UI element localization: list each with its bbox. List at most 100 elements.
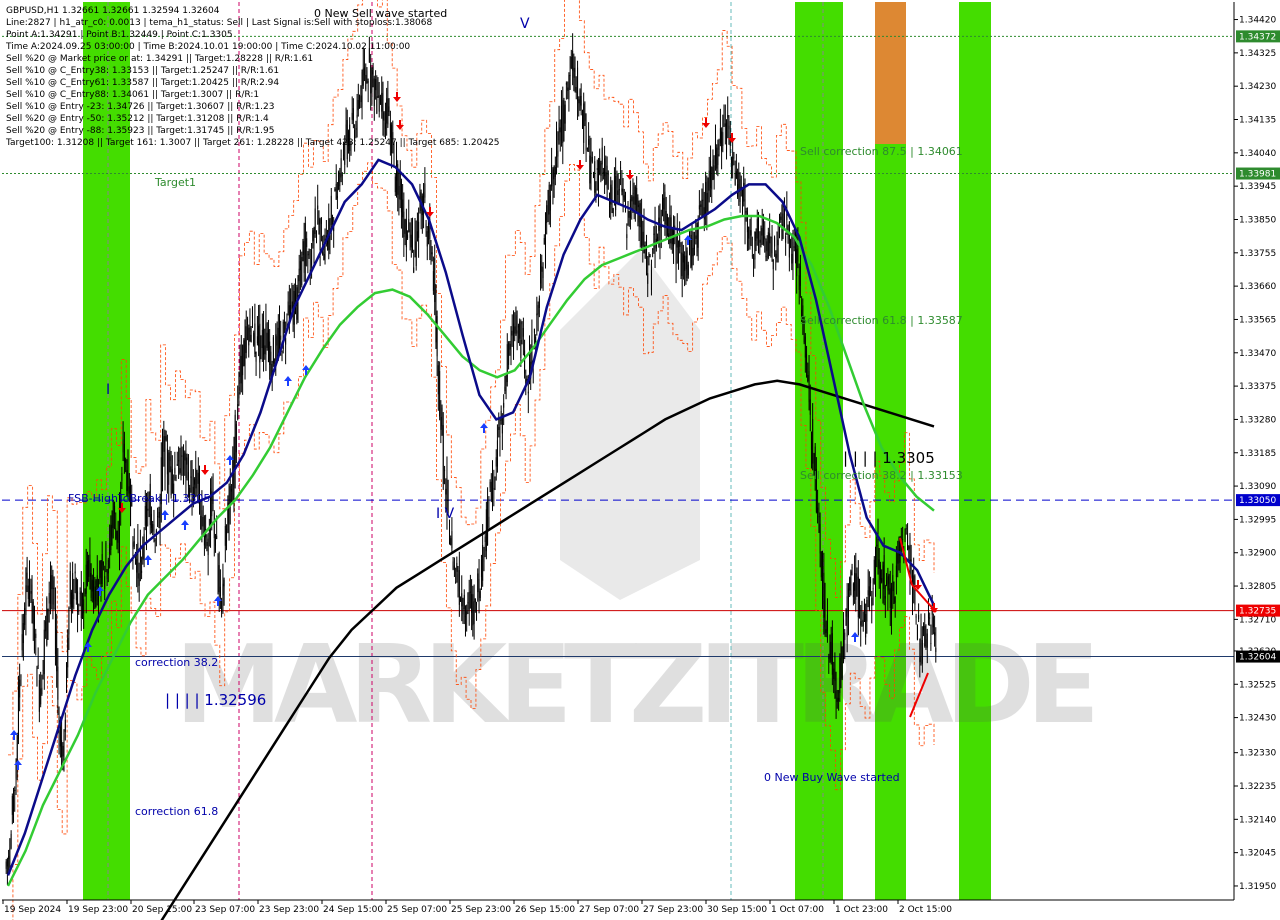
candle-body [572,51,574,71]
candle-body [462,607,464,615]
chart-canvas[interactable]: MARKETZITRADE 0 New Sell wave started 0 … [0,0,1280,920]
candle-body [386,98,388,124]
candle-body [807,374,809,381]
candle-body [925,639,927,649]
candle-body [43,629,45,675]
candle-body [626,234,628,239]
time-tick-label: 23 Sep 07:00 [195,905,255,915]
candle-body [139,550,141,563]
candle-body [206,541,208,546]
candle-body [840,642,842,673]
candle-body [902,539,904,541]
candle-body [794,246,796,257]
candle-body [604,158,606,177]
candle-body [833,668,835,680]
candle-body [693,245,695,249]
candle-body [828,657,830,659]
candle-body [904,533,906,539]
candle-body [681,252,683,277]
candle-body [157,516,159,518]
candle-body [887,576,889,591]
sell-arrow-icon [576,160,584,170]
time-tick-label: 23 Sep 23:00 [259,905,319,915]
candle-body [72,573,74,608]
candle-body [754,231,756,260]
candle-body [798,275,800,290]
time-tick-label: 24 Sep 15:00 [323,905,383,915]
candle-body [499,435,501,438]
candle-body [519,321,521,339]
candle-body [823,572,825,618]
candle-body [197,472,199,484]
candle-body [280,335,282,340]
candle-body [581,124,583,128]
time-tick-label: 27 Sep 23:00 [643,905,703,915]
sell-arrow-icon [396,120,404,130]
candle-body [873,559,875,584]
candle-body [541,266,543,272]
candle-body [403,211,405,238]
candle-body [37,665,39,667]
candle-body [253,332,255,346]
price-tick-label: 1.32525 [1239,680,1276,690]
candle-body [881,578,883,582]
candle-body [463,594,465,610]
candle-body [883,555,885,590]
candle-body [96,575,98,588]
candle-body [540,261,542,284]
candle-body [852,583,854,598]
candle-body [473,601,475,625]
candle-body [538,298,540,308]
price-tag-label: 1.33981 [1239,170,1276,180]
candle-body [927,613,929,619]
candle-body [101,554,103,584]
candle-body [607,173,609,175]
candle-body [393,156,395,158]
candle-body [682,253,684,263]
candle-body [432,271,434,291]
candle-body [311,249,313,266]
candle-body [546,205,548,223]
candle-body [605,172,607,185]
info-line: Sell %20 @ Entry -88: 1.35923 || Target:… [6,126,274,136]
candle-body [22,623,24,644]
candle-body [493,488,495,490]
price-tick-label: 1.32805 [1239,582,1276,592]
candle-body [793,246,795,248]
candle-body [520,339,522,358]
candle-body [466,611,468,615]
candle-body [506,344,508,383]
candle-body [665,210,667,225]
candle-body [503,402,505,408]
candle-body [700,204,702,207]
candle-body [230,488,232,492]
candle-body [595,188,597,193]
candle-body [190,476,192,478]
candle-body [591,156,593,162]
candle-body [133,541,135,547]
time-tick-label: 1 Oct 23:00 [835,905,888,915]
candle-body [69,570,71,605]
candle-body [707,181,709,200]
buy-arrow-icon [181,520,189,530]
candle-body [152,524,154,532]
candle-body [437,365,439,395]
candle-body [356,114,358,118]
candle-body [568,75,570,100]
candle-body [217,563,219,581]
candle-body [935,647,937,653]
candle-body [105,542,107,565]
low-label: | | | | 1.32596 [165,691,266,709]
candle-body [573,67,575,78]
candle-body [759,239,761,243]
point-c-label: | | | | 1.3305 [843,449,935,467]
candle-body [33,606,35,651]
candle-body [613,180,615,203]
candle-body [649,255,651,257]
candle-body [111,523,113,537]
candle-body [929,617,931,619]
sell-arrow-icon [201,465,209,475]
candle-body [57,666,59,700]
candle-body [602,171,604,174]
candle-body [487,501,489,546]
